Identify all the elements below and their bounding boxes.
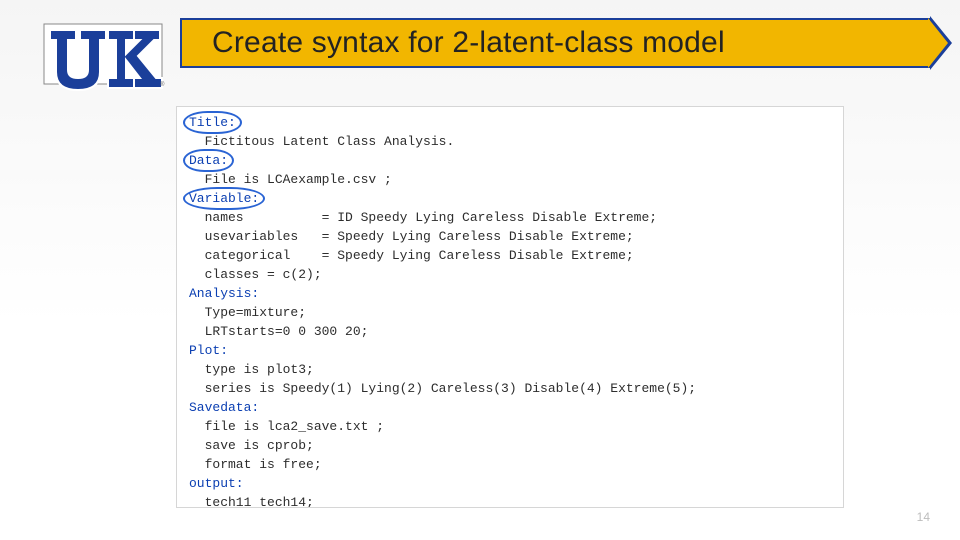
- section-keyword: output:: [189, 476, 244, 491]
- mplus-syntax: Title: Fictitous Latent Class Analysis. …: [189, 113, 831, 508]
- code-block: Title: Fictitous Latent Class Analysis. …: [176, 106, 844, 508]
- section-keyword: Savedata:: [189, 400, 259, 415]
- section-keyword: Variable:: [189, 189, 259, 208]
- section-keyword: Plot:: [189, 343, 228, 358]
- title-band: Create syntax for 2-latent-class model: [180, 18, 930, 68]
- page-number: 14: [917, 510, 930, 524]
- section-keyword: Data:: [189, 151, 228, 170]
- page-title: Create syntax for 2-latent-class model: [180, 26, 725, 60]
- svg-text:®: ®: [160, 81, 165, 88]
- section-keyword: Analysis:: [189, 286, 259, 301]
- uk-logo: ®: [38, 16, 168, 92]
- section-keyword: Title:: [189, 113, 236, 132]
